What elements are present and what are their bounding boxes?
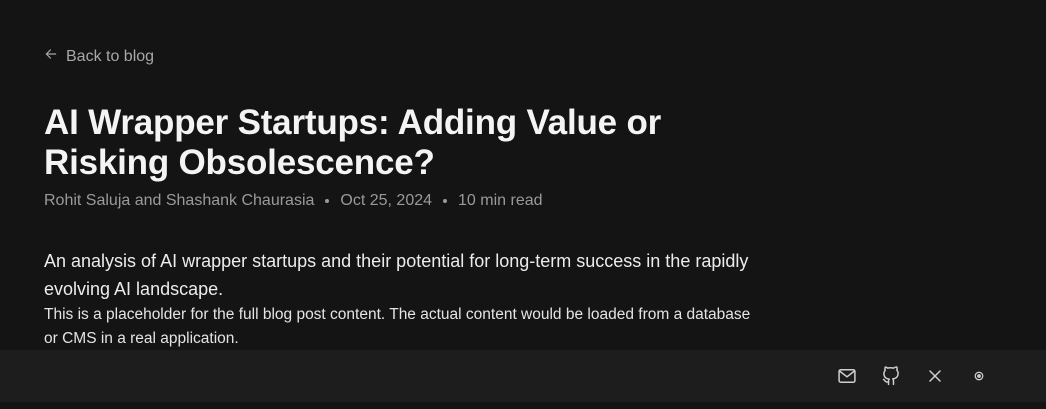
- post-authors: Rohit Saluja and Shashank Chaurasia: [44, 192, 315, 209]
- post-date: Oct 25, 2024: [340, 192, 433, 209]
- back-link-label: Back to blog: [66, 47, 155, 65]
- post-meta: Rohit Saluja and Shashank Chaurasia Oct …: [44, 192, 543, 210]
- mail-icon[interactable]: [836, 365, 858, 387]
- meta-separator-dot: [443, 199, 448, 203]
- theme-toggle-icon[interactable]: [968, 365, 990, 387]
- arrow-left-icon: [44, 47, 58, 66]
- blog-post-page: Back to blog AI Wrapper Startups: Adding…: [0, 0, 1046, 409]
- back-to-blog-link[interactable]: Back to blog: [44, 47, 154, 66]
- footer-bar: [0, 350, 1046, 402]
- post-read-time: 10 min read: [458, 192, 543, 209]
- post-summary: An analysis of AI wrapper startups and t…: [44, 251, 749, 299]
- github-icon[interactable]: [880, 365, 902, 387]
- post-title: AI Wrapper Startups: Adding Value or Ris…: [44, 103, 662, 182]
- meta-separator-dot: [325, 199, 330, 203]
- post-body: This is a placeholder for the full blog …: [44, 306, 751, 347]
- footer-social-links: [836, 350, 990, 402]
- x-icon[interactable]: [924, 365, 946, 387]
- page-bottom-edge: [0, 402, 1046, 409]
